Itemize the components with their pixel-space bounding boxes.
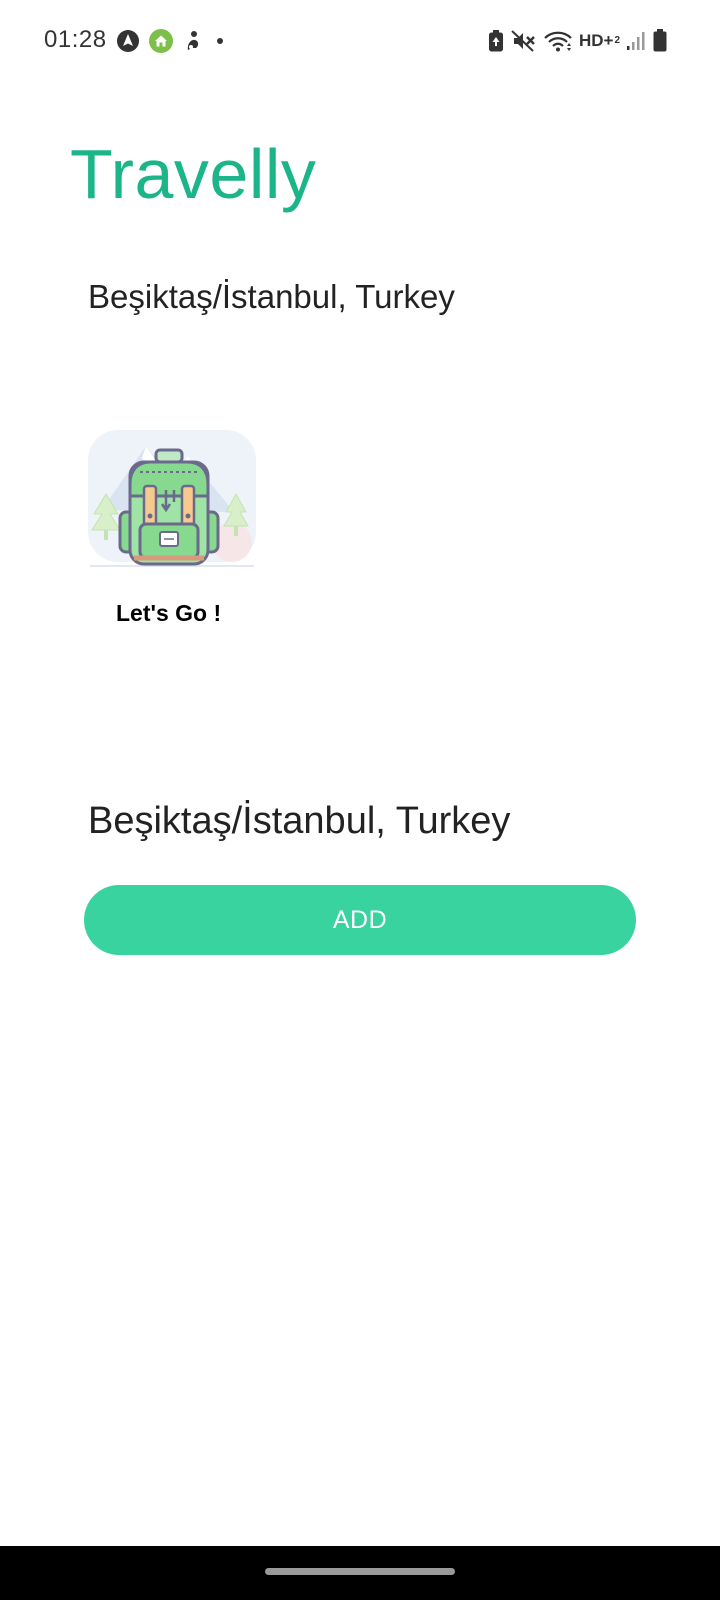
status-right-icons: HD+ 2: [487, 27, 668, 55]
status-left-icons: [116, 28, 228, 54]
current-location-text: Beşiktaş/İstanbul, Turkey: [88, 278, 455, 315]
add-button[interactable]: ADD: [84, 885, 636, 955]
signal-icon: [626, 29, 646, 53]
home-indicator[interactable]: [265, 1568, 455, 1575]
backpack-icon: [84, 400, 260, 576]
selected-location-text: Beşiktaş/İstanbul, Turkey: [88, 800, 511, 842]
more-notifications-dot-icon: [212, 29, 228, 53]
battery-saver-icon: [487, 29, 505, 53]
navigation-bar: [0, 1546, 720, 1600]
home-app-icon: [148, 28, 174, 54]
fitness-app-icon: [182, 29, 204, 53]
network-sim-label: 2: [614, 35, 620, 46]
wifi-icon: [543, 29, 573, 53]
lets-go-label: Let's Go !: [116, 600, 222, 626]
navigation-app-icon: [116, 29, 140, 53]
mute-icon: [511, 29, 537, 53]
status-bar: 01:28 HD+ 2: [0, 0, 720, 84]
hd-network-icon: HD+ 2: [579, 31, 620, 51]
network-type-label: HD+: [578, 31, 614, 50]
battery-icon: [652, 28, 668, 54]
app-title: Travelly: [70, 135, 317, 213]
status-time: 01:28: [44, 26, 107, 53]
